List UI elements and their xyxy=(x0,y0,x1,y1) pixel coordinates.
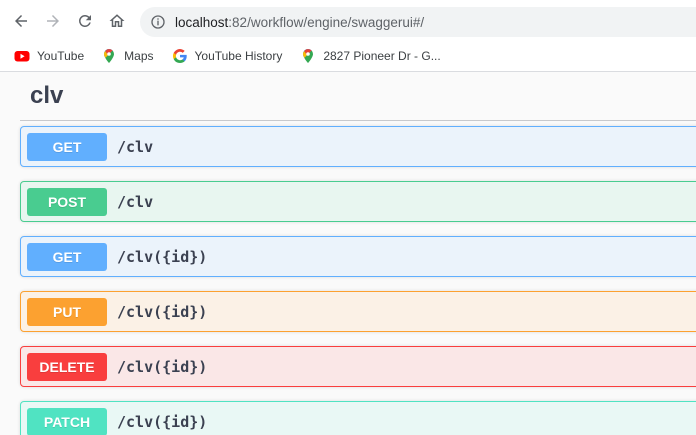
operation-path: /clv({id}) xyxy=(117,247,208,266)
bookmark-maps[interactable]: Maps xyxy=(95,44,159,68)
method-badge: GET xyxy=(27,242,107,271)
method-badge: GET xyxy=(27,132,107,161)
url-host: localhost xyxy=(175,14,229,30)
bookmarks-bar: YouTube Maps YouTube History 2827 Pionee… xyxy=(0,42,696,70)
swagger-page: clv GET /clv POST /clv GET /clv({id}) PU… xyxy=(0,72,696,435)
operation-get-clv[interactable]: GET /clv xyxy=(20,126,696,167)
operation-path: /clv({id}) xyxy=(117,412,208,431)
operation-patch-clv-id[interactable]: PATCH /clv({id}) xyxy=(20,401,696,435)
operation-get-clv-id[interactable]: GET /clv({id}) xyxy=(20,236,696,277)
operation-path: /clv({id}) xyxy=(117,357,208,376)
operation-post-clv[interactable]: POST /clv xyxy=(20,181,696,222)
forward-button[interactable] xyxy=(38,6,68,36)
method-badge: PATCH xyxy=(27,407,107,435)
maps-pin-icon xyxy=(300,48,316,64)
method-badge: PUT xyxy=(27,297,107,326)
operation-path: /clv({id}) xyxy=(117,302,208,321)
bookmark-label: 2827 Pioneer Dr - G... xyxy=(323,49,441,63)
section-title[interactable]: clv xyxy=(30,82,63,110)
address-bar[interactable]: localhost:82/workflow/engine/swaggerui#/ xyxy=(140,7,696,37)
home-button[interactable] xyxy=(102,6,132,36)
back-button[interactable] xyxy=(6,6,36,36)
bookmark-label: YouTube History xyxy=(194,49,283,63)
youtube-icon xyxy=(14,48,30,64)
operation-put-clv-id[interactable]: PUT /clv({id}) xyxy=(20,291,696,332)
reload-icon xyxy=(78,14,91,27)
info-icon[interactable] xyxy=(150,14,166,30)
arrow-right-icon xyxy=(47,15,59,27)
operation-delete-clv-id[interactable]: DELETE /clv({id}) xyxy=(20,346,696,387)
bookmark-label: Maps xyxy=(124,49,154,63)
arrow-left-icon xyxy=(15,15,27,27)
browser-toolbar: localhost:82/workflow/engine/swaggerui#/ xyxy=(0,0,696,42)
bookmark-youtube[interactable]: YouTube xyxy=(8,44,90,68)
url-path: :82/workflow/engine/swaggerui#/ xyxy=(228,14,425,30)
maps-pin-icon xyxy=(101,48,117,64)
bookmark-address[interactable]: 2827 Pioneer Dr - G... xyxy=(294,44,446,68)
operation-path: /clv xyxy=(117,192,154,211)
home-icon xyxy=(109,14,125,27)
operation-path: /clv xyxy=(117,137,154,156)
reload-button[interactable] xyxy=(70,6,100,36)
google-icon xyxy=(172,48,188,64)
method-badge: POST xyxy=(27,187,107,216)
bookmark-label: YouTube xyxy=(37,49,85,63)
url-text: localhost:82/workflow/engine/swaggerui#/ xyxy=(175,15,424,30)
method-badge: DELETE xyxy=(27,352,107,381)
section-divider xyxy=(20,120,696,121)
bookmark-youtube-history[interactable]: YouTube History xyxy=(166,44,289,68)
